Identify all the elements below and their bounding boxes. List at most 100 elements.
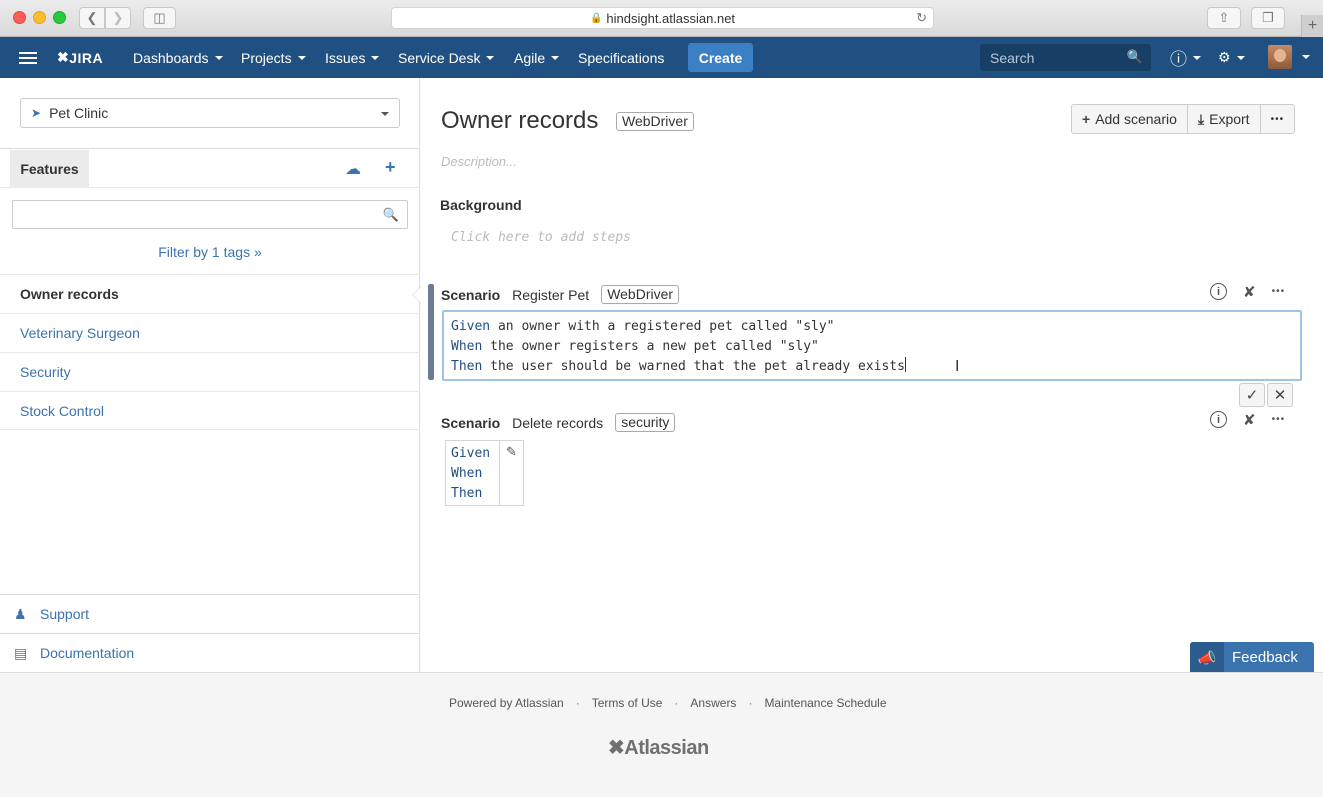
chevron-down-icon xyxy=(381,112,389,116)
mouse-ibeam-cursor: I xyxy=(955,358,960,375)
edit-steps-button[interactable]: ✎ xyxy=(500,441,523,505)
project-selector[interactable]: ➤ Pet Clinic xyxy=(20,98,400,128)
feature-item-veterinary-surgeon[interactable]: Veterinary Surgeon xyxy=(0,313,420,352)
text-cursor xyxy=(904,357,906,372)
scenario-actions: i ✘ ••• xyxy=(1210,283,1285,301)
cancel-steps-button[interactable]: ✕ xyxy=(1267,383,1293,407)
nav-agile[interactable]: Agile xyxy=(514,37,560,78)
feature-item-owner-records[interactable]: Owner records xyxy=(0,274,421,313)
feature-item-stock-control[interactable]: Stock Control xyxy=(0,391,420,430)
footer-link-answers[interactable]: Answers xyxy=(690,696,736,710)
plus-icon: + xyxy=(1307,17,1318,34)
hamburger-icon-bar xyxy=(19,56,37,59)
run-scenario-icon[interactable]: ✘ xyxy=(1243,283,1256,301)
plus-icon: + xyxy=(1082,111,1091,127)
scenario-header: Scenario Delete records security xyxy=(441,413,676,432)
more-icon[interactable]: ••• xyxy=(1272,411,1286,429)
footer-link-terms[interactable]: Terms of Use xyxy=(592,696,663,710)
nav-specifications[interactable]: Specifications xyxy=(578,37,664,78)
caret-down-icon xyxy=(551,55,560,60)
step-line: Given an owner with a registered pet cal… xyxy=(451,319,835,334)
support-link[interactable]: ♟ Support xyxy=(0,594,420,633)
feature-editor: Owner records WebDriver + Add scenario ⤓ E… xyxy=(420,78,1323,672)
description-field[interactable]: Description... xyxy=(441,154,517,169)
filter-tags-link[interactable]: Filter by 1 tags » xyxy=(0,244,420,260)
scenario-tag[interactable]: security xyxy=(615,413,676,432)
header-search-input[interactable]: Search 🔍 xyxy=(980,44,1151,71)
feature-search-input[interactable]: 🔍 xyxy=(12,200,408,229)
save-steps-button[interactable]: ✓ xyxy=(1239,383,1265,407)
address-bar[interactable]: 🔒 hindsight.atlassian.net ↻ xyxy=(391,7,934,29)
feature-item-security[interactable]: Security xyxy=(0,352,420,391)
scenario-steps-editor[interactable]: Given an owner with a registered pet cal… xyxy=(442,310,1302,381)
feature-title[interactable]: Owner records xyxy=(441,107,598,135)
jira-logo[interactable]: ✖ JIRA xyxy=(57,37,103,78)
gear-icon: ⚙ xyxy=(1218,49,1231,65)
step-line: When the owner registers a new pet calle… xyxy=(451,339,819,354)
chevron-right-icon: ❯ xyxy=(112,10,124,25)
reload-icon[interactable]: ↻ xyxy=(916,10,927,26)
create-button[interactable]: Create xyxy=(688,43,753,72)
add-feature-icon[interactable]: + xyxy=(385,157,396,178)
nav-dashboards[interactable]: Dashboards xyxy=(133,37,223,78)
footer-link-powered-by[interactable]: Powered by Atlassian xyxy=(449,696,564,710)
atlassian-logo-mark: ✖ xyxy=(608,737,625,759)
back-button[interactable]: ❮ xyxy=(79,7,105,29)
cloud-upload-icon[interactable]: ☁ xyxy=(345,159,361,179)
user-avatar[interactable] xyxy=(1268,45,1292,69)
rocket-icon: ➤ xyxy=(31,106,42,120)
page-footer: Powered by Atlassian · Terms of Use · An… xyxy=(0,672,1323,797)
nav-service-desk[interactable]: Service Desk xyxy=(398,37,495,78)
feedback-button[interactable]: 📣 Feedback xyxy=(1190,642,1314,673)
share-button[interactable]: ⇧ xyxy=(1207,7,1241,29)
run-scenario-icon[interactable]: ✘ xyxy=(1243,411,1256,429)
person-icon: ♟ xyxy=(14,605,27,622)
export-button[interactable]: ⤓ Export xyxy=(1187,105,1261,133)
jira-logo-mark: ✖ xyxy=(57,49,70,65)
info-icon[interactable]: i xyxy=(1210,411,1227,428)
check-icon: ✓ xyxy=(1245,387,1259,404)
menu-button[interactable] xyxy=(19,37,37,78)
scenario-name[interactable]: Register Pet xyxy=(512,287,589,303)
atlassian-logo[interactable]: ✖Atlassian xyxy=(608,735,709,760)
tabs-icon: ❐ xyxy=(1262,10,1274,25)
feature-list: Owner records Veterinary Surgeon Securit… xyxy=(0,274,421,430)
scenario-tag[interactable]: WebDriver xyxy=(601,285,680,304)
footer-separator: · xyxy=(748,696,753,710)
caret-down-icon xyxy=(214,55,223,60)
more-icon[interactable]: ••• xyxy=(1272,283,1286,301)
tabs-button[interactable]: ❐ xyxy=(1251,7,1285,29)
background-steps-placeholder[interactable]: Click here to add steps xyxy=(451,230,631,245)
caret-down-icon xyxy=(1193,55,1201,60)
scenario-keyword: Scenario xyxy=(441,286,501,303)
window-close-button[interactable] xyxy=(13,11,26,24)
footer-links: Powered by Atlassian · Terms of Use · An… xyxy=(449,696,887,710)
help-button[interactable]: ⓘ xyxy=(1170,37,1201,78)
add-scenario-button[interactable]: + Add scenario xyxy=(1072,105,1188,133)
feature-tag[interactable]: WebDriver xyxy=(616,112,694,131)
scenario-actions: i ✘ ••• xyxy=(1210,411,1285,429)
more-actions-button[interactable]: ••• xyxy=(1260,105,1295,133)
footer-link-maintenance[interactable]: Maintenance Schedule xyxy=(764,696,886,710)
nav-projects[interactable]: Projects xyxy=(241,37,306,78)
documentation-link[interactable]: ▤ Documentation xyxy=(0,633,420,672)
search-icon: 🔍 xyxy=(382,207,399,222)
close-icon: ✕ xyxy=(1273,387,1287,404)
forward-button[interactable]: ❯ xyxy=(105,7,131,29)
sidebar: ➤ Pet Clinic Features ☁ + 🔍 Filter by 1 … xyxy=(0,78,421,672)
window-maximize-button[interactable] xyxy=(53,11,66,24)
tab-features[interactable]: Features xyxy=(10,150,89,188)
window-minimize-button[interactable] xyxy=(33,11,46,24)
nav-issues[interactable]: Issues xyxy=(325,37,380,78)
new-tab-button[interactable]: + xyxy=(1301,15,1323,37)
footer-separator: · xyxy=(575,696,580,710)
active-scenario-indicator xyxy=(428,284,434,380)
sidebar-toggle-button[interactable]: ◫ xyxy=(143,7,176,29)
info-icon[interactable]: i xyxy=(1210,283,1227,300)
scenario-steps-view[interactable]: Given When Then ✎ xyxy=(445,440,524,506)
hamburger-icon-bar xyxy=(19,61,37,64)
scenario-name[interactable]: Delete records xyxy=(512,415,603,431)
caret-down-icon[interactable] xyxy=(1302,55,1310,59)
features-toolbar: Features ☁ + xyxy=(0,148,420,188)
settings-button[interactable]: ⚙ xyxy=(1218,37,1245,78)
